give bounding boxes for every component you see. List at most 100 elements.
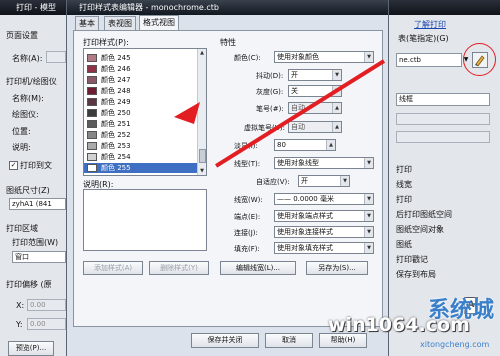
dither-select[interactable]: 开 ▼	[288, 69, 342, 81]
chevron-down-icon: ▼	[364, 158, 373, 168]
option-print-bg[interactable]: 打印	[396, 164, 412, 175]
dpi-field[interactable]	[396, 131, 490, 143]
endstyle-value: 使用对象端点样式	[277, 212, 333, 220]
plot-style-item[interactable]: 颜色 247	[84, 75, 198, 85]
plot-style-editor-title: 打印样式表编辑器 - monochrome.ctb	[79, 3, 219, 12]
linetype-label: 线型(T):	[234, 160, 261, 168]
lineweight-select[interactable]: —— 0.0000 毫米 ▼	[274, 193, 374, 205]
plot-style-editor-dialog: 打印样式表编辑器 - monochrome.ctb 基本 表视图 格式视图 打印…	[66, 0, 389, 356]
plot-style-name: 颜色 255	[101, 164, 131, 172]
save-and-close-button[interactable]: 保存并关闭	[191, 333, 259, 348]
fillstyle-label: 填充(F):	[234, 245, 260, 253]
plot-style-name: 颜色 253	[101, 142, 131, 150]
plot-style-item[interactable]: 颜色 248	[84, 86, 198, 96]
scroll-thumb[interactable]	[199, 149, 206, 163]
color-swatch	[87, 87, 97, 95]
print-to-file-label: 打印到文	[20, 161, 52, 170]
option-save-to-layout[interactable]: 保存到布局	[396, 269, 436, 280]
delete-style-button[interactable]: 删除样式(Y)	[149, 261, 209, 275]
tab-table-view[interactable]: 表视图	[104, 16, 136, 30]
fillstyle-select[interactable]: 使用对象填充样式 ▼	[274, 242, 374, 254]
print-offset-label: 打印偏移 (原	[6, 280, 52, 289]
save-as-button[interactable]: 另存为(S)...	[306, 261, 368, 275]
chevron-down-icon: ▼	[340, 176, 349, 186]
color-swatch	[87, 164, 97, 172]
spinner-icon: ▲	[332, 122, 341, 132]
color-value: 使用对象颜色	[277, 53, 319, 61]
print-dialog-title: 打印 - 模型	[16, 3, 56, 12]
screening-field[interactable]: 80 ▲	[274, 139, 336, 151]
color-swatch	[87, 131, 97, 139]
chevron-down-icon: ▼	[364, 243, 373, 253]
watermark-url: xitongcheng.com	[420, 340, 490, 349]
paper-size-select[interactable]: zyhA1 (841	[9, 198, 66, 210]
color-swatch	[87, 109, 97, 117]
tab-general[interactable]: 基本	[75, 16, 99, 30]
add-style-button[interactable]: 添加样式(A)	[83, 261, 143, 275]
plot-styles-label: 打印样式(P):	[83, 38, 129, 47]
print-to-file-checkbox[interactable]: ✓	[9, 161, 18, 170]
plotter-label: 绘图仪:	[12, 110, 39, 119]
color-swatch	[87, 76, 97, 84]
name-label: 名称(A):	[12, 54, 43, 63]
plot-style-name: 颜色 249	[101, 98, 131, 106]
option-plot-styles[interactable]: 打印	[396, 194, 412, 205]
scroll-down-icon[interactable]: ▼	[198, 167, 206, 175]
shade-plot-select[interactable]: 线框	[396, 93, 490, 106]
grayscale-value: 关	[291, 87, 298, 95]
watermark-brand: 系统城	[428, 298, 495, 323]
offset-x-field[interactable]: 0.00	[27, 299, 66, 311]
printer-name-label: 名称(M):	[12, 94, 44, 103]
spinner-icon: ▲	[326, 140, 335, 150]
adaptive-select[interactable]: 开 ▼	[298, 175, 350, 187]
plot-style-name: 颜色 248	[101, 87, 131, 95]
chevron-down-icon: ▼	[364, 211, 373, 221]
option-paper[interactable]: 图纸	[396, 239, 412, 250]
quality-select[interactable]	[396, 113, 490, 125]
description-label: 说明:	[12, 143, 31, 152]
pen-number-label: 笔号(#):	[256, 105, 284, 113]
tab-form-view[interactable]: 格式视图	[139, 15, 179, 31]
description-textarea[interactable]	[83, 189, 207, 251]
option-plot-stamp[interactable]: 打印戳记	[396, 254, 428, 265]
linetype-value: 使用对象线型	[277, 159, 319, 167]
option-lineweights[interactable]: 线宽	[396, 179, 412, 190]
learn-print-link[interactable]: 了解打印	[414, 19, 446, 30]
virtual-pen-value: 自动	[291, 123, 305, 131]
plot-style-editor-titlebar: 打印样式表编辑器 - monochrome.ctb	[67, 0, 388, 15]
lineweight-label: 线宽(W):	[234, 196, 263, 204]
plot-style-item[interactable]: 颜色 254	[84, 152, 198, 162]
endstyle-select[interactable]: 使用对象端点样式 ▼	[274, 210, 374, 222]
plot-style-item[interactable]: 颜色 245	[84, 53, 198, 63]
plot-style-item[interactable]: 颜色 253	[84, 141, 198, 151]
linetype-select[interactable]: 使用对象线型 ▼	[274, 157, 374, 169]
joinstyle-select[interactable]: 使用对象连接样式 ▼	[274, 226, 374, 238]
chevron-down-icon: ▼	[364, 52, 373, 62]
dither-label: 抖动(D):	[256, 72, 284, 80]
plot-style-item[interactable]: 颜色 246	[84, 64, 198, 74]
edit-lineweights-button[interactable]: 编辑线宽(L)...	[220, 261, 296, 275]
highlight-circle	[463, 43, 496, 76]
cancel-button[interactable]: 取消	[265, 333, 313, 348]
page-setup-name-select[interactable]	[46, 51, 66, 63]
offset-y-field[interactable]: 0.00	[27, 318, 66, 330]
print-range-select[interactable]: 窗口	[12, 251, 66, 263]
grayscale-label: 灰度(G):	[256, 88, 284, 96]
page-setup-label: 页面设置	[6, 31, 38, 40]
properties-header: 特性	[220, 38, 236, 47]
plot-style-name: 颜色 254	[101, 153, 131, 161]
color-select[interactable]: 使用对象颜色 ▼	[274, 51, 374, 63]
print-area-label: 打印区域	[6, 224, 38, 233]
virtual-pen-field[interactable]: 自动 ▲	[288, 121, 342, 133]
plot-style-table-select[interactable]: ne.ctb	[396, 53, 462, 67]
option-paperspace-last[interactable]: 后打印图纸空间	[396, 209, 452, 220]
plot-style-item[interactable]: 颜色 252	[84, 130, 198, 140]
scroll-up-icon[interactable]: ▲	[198, 49, 206, 57]
chevron-down-icon: ▼	[364, 227, 373, 237]
option-hide-paperspace[interactable]: 图纸空间对象	[396, 224, 444, 235]
preview-button[interactable]: 预览(P)...	[8, 341, 54, 356]
printer-group-label: 打印机/绘图仪	[6, 77, 57, 86]
plot-style-item[interactable]: 颜色 255	[84, 163, 198, 173]
color-swatch	[87, 120, 97, 128]
form-view-panel: 打印样式(P): 颜色 245 颜色 246 颜色 247 颜色 248 颜色 249 颜…	[73, 30, 383, 327]
